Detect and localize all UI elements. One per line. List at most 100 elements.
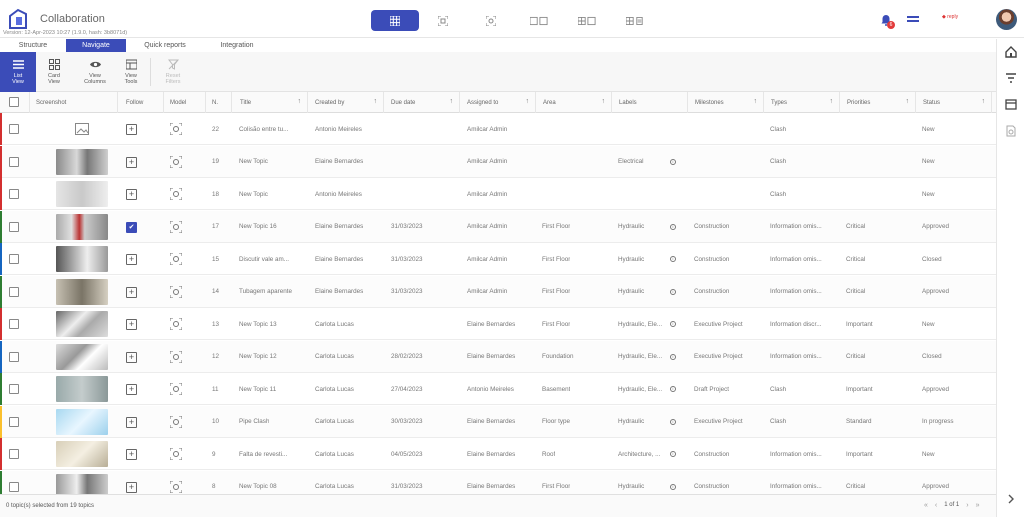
chevron-right-icon[interactable] xyxy=(1005,493,1017,505)
row-checkbox[interactable] xyxy=(9,384,19,394)
info-icon[interactable]: i xyxy=(670,353,676,360)
col-priorities[interactable]: Priorities ↑ xyxy=(840,92,916,113)
tab-structure[interactable]: Structure xyxy=(0,39,66,52)
info-icon[interactable]: i xyxy=(670,321,676,327)
focus-view-button[interactable] xyxy=(419,10,467,31)
follow-toggle[interactable]: + xyxy=(126,416,137,428)
table-row[interactable]: +15 Discutir vale am... Elaine Bernardes 31… xyxy=(0,243,996,275)
col-assigned-to[interactable]: Assigned to ↑ xyxy=(460,92,536,113)
open-in-model-icon[interactable] xyxy=(170,188,182,200)
prev-page-icon[interactable]: ‹ xyxy=(935,502,937,509)
table-row[interactable]: +14 Tubagem aparente Elaine Bernardes 31/03… xyxy=(0,275,996,308)
follow-toggle[interactable]: + xyxy=(126,189,137,200)
follow-toggle[interactable]: + xyxy=(126,124,137,135)
open-in-model-icon[interactable] xyxy=(170,318,182,330)
tab-navigate[interactable]: Navigate xyxy=(66,39,126,52)
table-row[interactable]: +11 New Topic 11 Carlota Lucas 27/04/2023 An… xyxy=(0,373,996,405)
report-icon[interactable] xyxy=(1005,125,1017,137)
user-avatar[interactable] xyxy=(996,9,1017,30)
col-area[interactable]: Area ↑ xyxy=(536,92,612,113)
topic-screenshot[interactable] xyxy=(56,181,108,207)
card-view-button[interactable]: Card View xyxy=(36,52,72,92)
topic-screenshot[interactable] xyxy=(56,116,108,142)
follow-toggle[interactable]: + xyxy=(126,156,137,168)
follow-toggle[interactable]: + xyxy=(126,286,137,298)
tab-integration[interactable]: Integration xyxy=(204,39,270,52)
row-checkbox[interactable] xyxy=(9,221,19,232)
col-status[interactable]: Status ↑ xyxy=(916,92,992,113)
follow-toggle[interactable]: + xyxy=(126,319,137,330)
sort-arrow-icon[interactable]: ↑ xyxy=(526,98,530,105)
split-view-button[interactable] xyxy=(515,10,563,31)
row-checkbox[interactable] xyxy=(9,254,19,264)
topic-screenshot[interactable] xyxy=(56,473,108,494)
row-checkbox[interactable] xyxy=(9,156,19,167)
col-types[interactable]: Types ↑ xyxy=(764,92,840,113)
col-follow[interactable]: Follow xyxy=(118,92,164,113)
follow-toggle[interactable]: + xyxy=(126,254,137,265)
sort-arrow-icon[interactable]: ↑ xyxy=(602,98,606,105)
follow-toggle[interactable]: + xyxy=(126,481,137,493)
topic-screenshot[interactable] xyxy=(56,311,108,337)
info-icon[interactable]: i xyxy=(670,223,676,230)
info-icon[interactable]: i xyxy=(670,256,676,262)
topic-screenshot[interactable] xyxy=(56,408,108,435)
info-icon[interactable]: i xyxy=(670,158,676,165)
topic-screenshot[interactable] xyxy=(56,148,108,175)
info-icon[interactable]: i xyxy=(670,386,676,392)
row-checkbox[interactable] xyxy=(9,481,19,492)
sort-arrow-icon[interactable]: ↑ xyxy=(830,98,834,105)
topic-screenshot[interactable] xyxy=(56,213,108,240)
topic-screenshot[interactable] xyxy=(56,246,108,272)
table-row[interactable]: +12 New Topic 12 Carlota Lucas 28/02/2023 El… xyxy=(0,340,996,373)
table-row[interactable]: +22 Colisão entre tu... Antonio Meireles Am… xyxy=(0,113,996,145)
model-view-button[interactable] xyxy=(467,10,515,31)
sort-arrow-icon[interactable]: ↑ xyxy=(298,98,302,105)
topic-screenshot[interactable] xyxy=(56,278,108,305)
table-row[interactable]: +18 New Topic Antonio Meireles Amilcar Admi… xyxy=(0,178,996,210)
table-row[interactable]: +8 New Topic 08 Carlota Lucas 31/03/2023 Ela… xyxy=(0,470,996,494)
home-icon[interactable] xyxy=(1005,46,1017,58)
row-checkbox[interactable] xyxy=(9,416,19,427)
sort-arrow-icon[interactable]: ↑ xyxy=(450,98,454,105)
row-checkbox[interactable] xyxy=(9,124,19,134)
filter-icon[interactable] xyxy=(1005,72,1017,84)
col-title[interactable]: Title ↑ xyxy=(232,92,308,113)
notifications-button[interactable]: 6 xyxy=(880,12,895,29)
topic-screenshot[interactable] xyxy=(56,441,108,467)
col-created-by[interactable]: Created by ↑ xyxy=(308,92,384,113)
sort-arrow-icon[interactable]: ↑ xyxy=(754,98,758,105)
col-labels[interactable]: Labels xyxy=(612,92,688,113)
table-model-view-button[interactable] xyxy=(563,10,611,31)
table-row[interactable]: +19 New Topic Elaine Bernardes Amilcar Admi… xyxy=(0,145,996,178)
tab-quick-reports[interactable]: Quick reports xyxy=(126,39,204,52)
col-due-date[interactable]: Due date ↑ xyxy=(384,92,460,113)
view-tools-button[interactable]: View Tools xyxy=(113,52,149,92)
open-in-model-icon[interactable] xyxy=(170,285,182,298)
open-in-model-icon[interactable] xyxy=(170,480,182,493)
topic-screenshot[interactable] xyxy=(56,376,108,402)
col-number[interactable]: N. xyxy=(206,92,232,113)
row-checkbox[interactable] xyxy=(9,319,19,329)
sort-arrow-icon[interactable]: ↑ xyxy=(374,98,378,105)
calendar-icon[interactable] xyxy=(1005,98,1017,110)
follow-toggle[interactable]: + xyxy=(126,449,137,460)
last-page-icon[interactable]: » xyxy=(976,502,980,509)
follow-toggle[interactable]: + xyxy=(126,384,137,395)
follow-toggle[interactable]: + xyxy=(126,351,137,363)
row-checkbox[interactable] xyxy=(9,351,19,362)
reset-filters-button[interactable]: Reset Filters xyxy=(155,52,191,92)
table-row[interactable]: +9 Falta de revesti... Carlota Lucas 04/05/… xyxy=(0,438,996,470)
next-page-icon[interactable]: › xyxy=(966,502,968,509)
list-view-button[interactable]: List View xyxy=(0,52,36,92)
switch-tool-button[interactable] xyxy=(905,14,921,24)
table-row[interactable]: +13 New Topic 13 Carlota Lucas Elaine Berna… xyxy=(0,308,996,340)
open-in-model-icon[interactable] xyxy=(170,155,182,168)
follow-toggle[interactable]: ✔ xyxy=(126,221,137,233)
open-in-model-icon[interactable] xyxy=(170,220,182,233)
open-in-model-icon[interactable] xyxy=(170,123,182,135)
open-in-model-icon[interactable] xyxy=(170,350,182,363)
table-row[interactable]: +10 Pipe Clash Carlota Lucas 30/03/2023 Elai… xyxy=(0,405,996,438)
view-columns-button[interactable]: View Columns xyxy=(77,52,113,92)
col-milestones[interactable]: Milestones ↑ xyxy=(688,92,764,113)
